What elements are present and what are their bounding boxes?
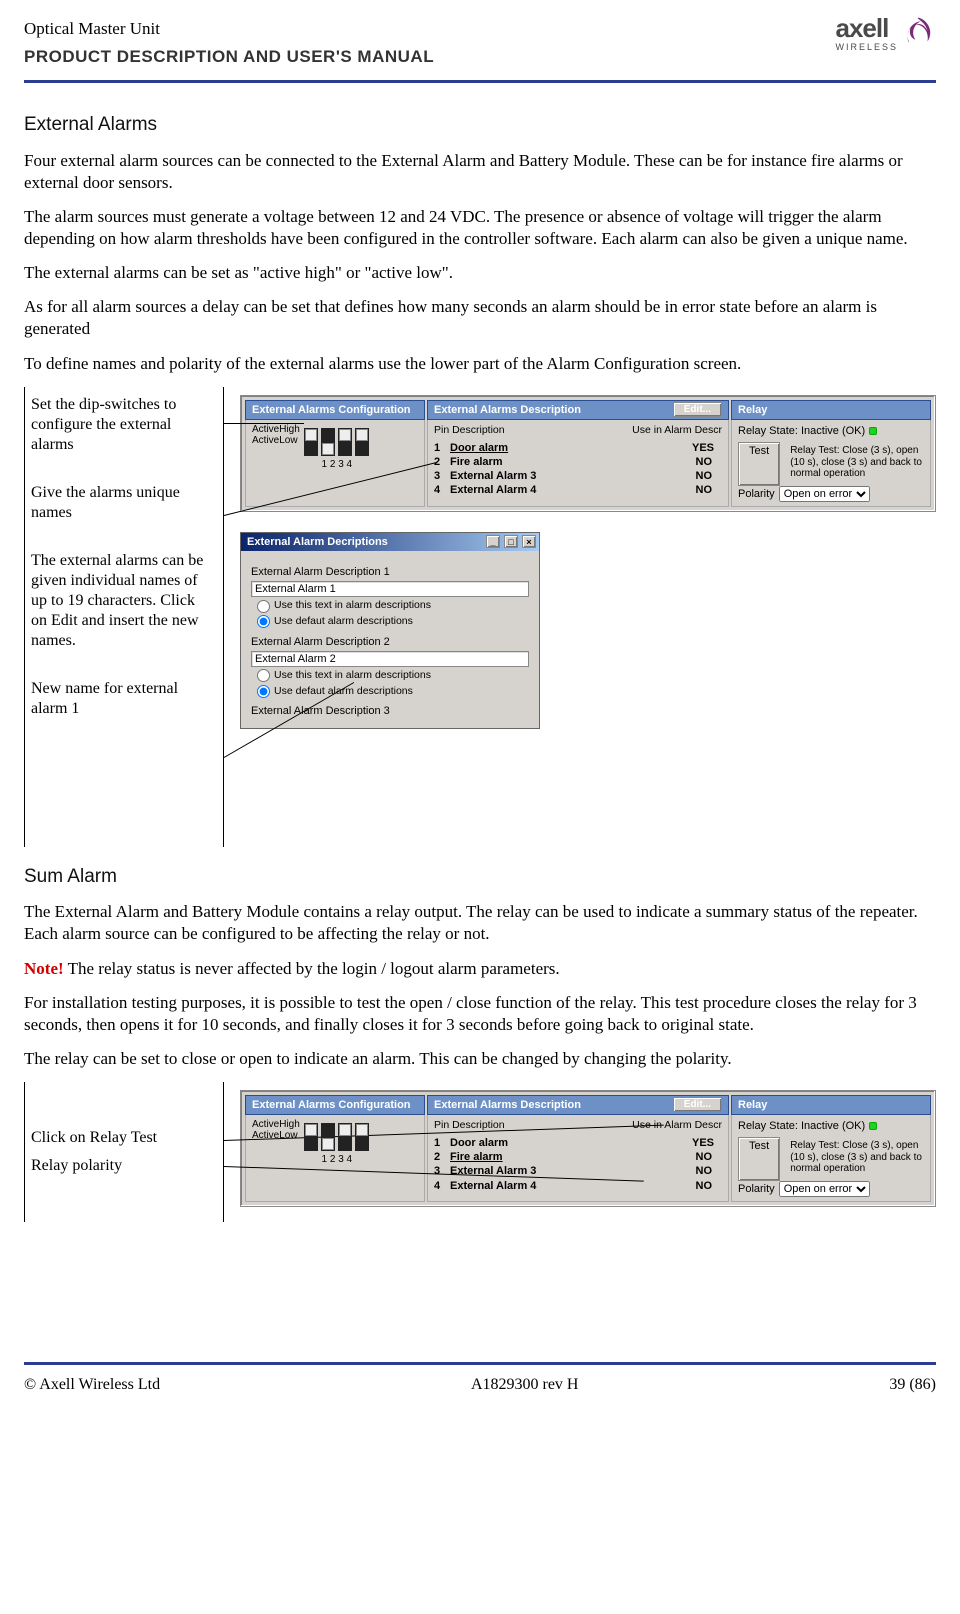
polarity-label: Polarity bbox=[738, 1182, 775, 1196]
group-relay-title: Relay bbox=[731, 400, 931, 420]
alarm-config-panel-2: External Alarms Configuration ActiveHigh… bbox=[240, 1090, 936, 1207]
para-ext-1: Four external alarm sources can be conne… bbox=[24, 150, 936, 194]
relay-state-text: Relay State: Inactive (OK) bbox=[738, 1119, 865, 1133]
footer-left: © Axell Wireless Ltd bbox=[24, 1375, 160, 1396]
doc-title-2: PRODUCT DESCRIPTION AND USER'S MANUAL bbox=[24, 46, 835, 68]
callout-unique-names: Give the alarms unique names bbox=[31, 483, 213, 523]
para-sum-1: The External Alarm and Battery Module co… bbox=[24, 901, 936, 945]
brand-logo: axell WIRELESS bbox=[835, 12, 936, 53]
pin-row: 3 External Alarm 3 NO bbox=[434, 1164, 722, 1178]
heading-sum-alarm: Sum Alarm bbox=[24, 865, 936, 890]
para-sum-4: The relay can be set to close or open to… bbox=[24, 1048, 936, 1070]
edit-button[interactable]: Edit... bbox=[673, 1097, 722, 1112]
pin-row: 3 External Alarm 3 NO bbox=[434, 469, 722, 483]
heading-external-alarms: External Alarms bbox=[24, 113, 936, 138]
relay-test-button[interactable]: Test bbox=[738, 442, 780, 486]
dialog-close-icon[interactable]: × bbox=[522, 535, 536, 548]
relay-state-text: Relay State: Inactive (OK) bbox=[738, 424, 865, 438]
group-ext-config-title: External Alarms Configuration bbox=[245, 400, 425, 420]
para-ext-2: The alarm sources must generate a voltag… bbox=[24, 206, 936, 250]
para-sum-note: Note! The relay status is never affected… bbox=[24, 958, 936, 980]
callout-relay-polarity: Relay polarity bbox=[31, 1156, 213, 1176]
label-active-high: ActiveHigh bbox=[252, 1119, 300, 1130]
para-ext-4: As for all alarm sources a delay can be … bbox=[24, 296, 936, 340]
para-sum-3: For installation testing purposes, it is… bbox=[24, 992, 936, 1036]
label-active-low: ActiveLow bbox=[252, 435, 300, 446]
col-pin-desc: Pin Description bbox=[434, 424, 622, 438]
status-ok-icon bbox=[869, 1122, 877, 1130]
group-relay-title: Relay bbox=[731, 1095, 931, 1115]
desc2-label: External Alarm Description 2 bbox=[251, 635, 529, 649]
logo-swirl-icon bbox=[902, 16, 936, 50]
dip-switch-row[interactable] bbox=[304, 1123, 370, 1151]
group-ext-config-title: External Alarms Configuration bbox=[245, 1095, 425, 1115]
footer-right: 39 (86) bbox=[889, 1375, 936, 1396]
pin-row: 2 Fire alarm NO bbox=[434, 1150, 722, 1164]
para-ext-5: To define names and polarity of the exte… bbox=[24, 353, 936, 375]
doc-title-1: Optical Master Unit bbox=[24, 18, 835, 40]
pin-row: 1 Door alarm YES bbox=[434, 1136, 722, 1150]
desc1-label: External Alarm Description 1 bbox=[251, 565, 529, 579]
callout-dipswitches: Set the dip-switches to configure the ex… bbox=[31, 395, 213, 455]
callout-individual-names: The external alarms can be given individ… bbox=[31, 551, 213, 651]
relay-test-button[interactable]: Test bbox=[738, 1137, 780, 1181]
group-ext-desc-title: External Alarms Description Edit... bbox=[427, 1095, 729, 1115]
desc1-use-default-radio[interactable] bbox=[257, 615, 270, 628]
pin-row: 1 Door alarm YES bbox=[434, 441, 722, 455]
dialog-minimize-icon[interactable]: _ bbox=[486, 535, 500, 548]
dip-switch-row[interactable] bbox=[304, 428, 370, 456]
desc2-input[interactable] bbox=[251, 651, 529, 667]
pin-row: 4 External Alarm 4 NO bbox=[434, 1179, 722, 1193]
pin-row: 4 External Alarm 4 NO bbox=[434, 483, 722, 497]
footer-center: A1829300 rev H bbox=[471, 1375, 579, 1396]
desc1-use-text-radio[interactable] bbox=[257, 600, 270, 613]
alarm-config-panel: External Alarms Configuration ActiveHigh… bbox=[240, 395, 936, 512]
group-ext-desc-title: External Alarms Description Edit... bbox=[427, 400, 729, 420]
footer-rule bbox=[24, 1362, 936, 1365]
logo-text: axell bbox=[835, 12, 898, 46]
relay-test-note: Relay Test: Close (3 s), open (10 s), cl… bbox=[790, 1140, 924, 1175]
edit-button[interactable]: Edit... bbox=[673, 402, 722, 417]
callout-line bbox=[224, 423, 304, 424]
callout-relay-test: Click on Relay Test bbox=[31, 1128, 213, 1148]
col-use-descr: Use in Alarm Descr bbox=[632, 424, 722, 438]
dialog-title: External Alarm Decriptions bbox=[247, 535, 388, 549]
desc2-use-default-radio[interactable] bbox=[257, 685, 270, 698]
para-ext-3: The external alarms can be set as "activ… bbox=[24, 262, 936, 284]
header-rule bbox=[24, 80, 936, 83]
note-prefix: Note! bbox=[24, 959, 64, 978]
callout-new-name: New name for external alarm 1 bbox=[31, 679, 213, 719]
polarity-select[interactable]: Open on error bbox=[779, 486, 870, 502]
dip-numbers: 1 2 3 4 bbox=[304, 458, 370, 471]
polarity-label: Polarity bbox=[738, 487, 775, 501]
desc1-input[interactable] bbox=[251, 581, 529, 597]
polarity-select[interactable]: Open on error bbox=[779, 1181, 870, 1197]
pin-row: 2 Fire alarm NO bbox=[434, 455, 722, 469]
status-ok-icon bbox=[869, 427, 877, 435]
dip-numbers: 1 2 3 4 bbox=[304, 1153, 370, 1166]
alarm-descriptions-dialog: External Alarm Decriptions _ □ × Externa… bbox=[240, 532, 540, 730]
dialog-maximize-icon[interactable]: □ bbox=[504, 535, 518, 548]
label-active-high: ActiveHigh bbox=[252, 424, 300, 435]
logo-subtext: WIRELESS bbox=[835, 42, 898, 54]
relay-test-note: Relay Test: Close (3 s), open (10 s), cl… bbox=[790, 445, 924, 480]
desc2-use-text-radio[interactable] bbox=[257, 669, 270, 682]
